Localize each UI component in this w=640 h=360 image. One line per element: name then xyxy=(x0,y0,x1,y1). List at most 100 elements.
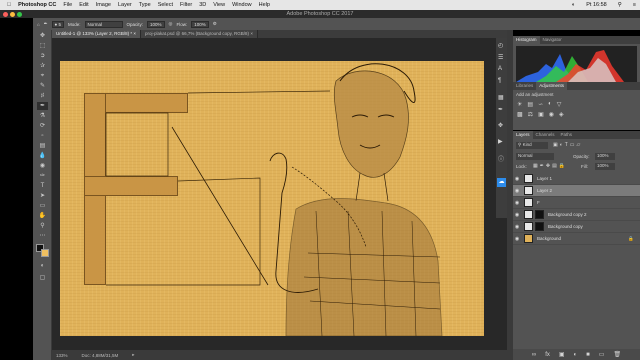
menu-type[interactable]: Type xyxy=(139,2,151,8)
opacity-field[interactable]: 100% xyxy=(147,20,165,28)
zoom-level[interactable]: 133% xyxy=(56,353,68,358)
flow-field[interactable]: 100% xyxy=(191,20,209,28)
fill-field[interactable]: 100% xyxy=(595,163,615,170)
eye-icon[interactable]: ◉ xyxy=(513,200,521,206)
menu-list-icon[interactable]: ≡ xyxy=(633,2,636,8)
menu-select[interactable]: Select xyxy=(158,2,173,8)
menu-3d[interactable]: 3D xyxy=(199,2,206,8)
add-mask-icon[interactable]: ▣ xyxy=(559,351,565,358)
link-layers-icon[interactable]: ∞ xyxy=(532,352,536,358)
character-panel-icon[interactable]: A xyxy=(498,66,502,72)
layer-mask-thumbnail[interactable] xyxy=(535,210,544,219)
dodge-tool-icon[interactable]: ◉ xyxy=(37,162,48,170)
menu-window[interactable]: Window xyxy=(232,2,252,8)
layer-name[interactable]: Background copy 2 xyxy=(548,212,587,217)
brightness-icon[interactable]: ☀ xyxy=(517,101,522,108)
exposure-icon[interactable]: ◐ xyxy=(548,101,552,108)
delete-layer-icon[interactable]: 🗑 xyxy=(613,351,621,358)
mode-select[interactable]: Normal xyxy=(84,20,123,28)
new-group-icon[interactable]: ■ xyxy=(586,352,590,358)
new-layer-icon[interactable]: ▭ xyxy=(599,351,605,358)
curves-icon[interactable]: ∽ xyxy=(538,101,543,108)
layer-filter-select[interactable]: ⚲ Kind xyxy=(516,142,548,149)
eraser-icon[interactable]: ▫ xyxy=(37,132,48,140)
layer-style-icon[interactable]: fx xyxy=(545,352,550,358)
hue-saturation-icon[interactable]: ▩ xyxy=(517,111,523,118)
quick-mask-icon[interactable]: ◐ xyxy=(37,262,48,270)
eyedropper-icon[interactable]: ✎ xyxy=(37,82,48,90)
eye-icon[interactable]: ◉ xyxy=(513,212,521,218)
tab-navigator[interactable]: Navigator xyxy=(540,36,565,44)
history-panel-icon[interactable]: ◴ xyxy=(498,42,503,49)
layer-row-selected[interactable]: ◉ Layer 2 xyxy=(513,185,640,197)
menu-view[interactable]: View xyxy=(213,2,225,8)
zoom-tool-icon[interactable]: ⚲ xyxy=(37,222,48,230)
layer-row[interactable]: ◉ Layer 1 xyxy=(513,173,640,185)
eye-icon[interactable]: ◉ xyxy=(513,176,521,182)
brush-tool-icon[interactable]: ✒ xyxy=(44,21,48,27)
background-color-swatch[interactable] xyxy=(41,249,49,257)
layer-opacity-field[interactable]: 100% xyxy=(595,153,615,160)
layer-name[interactable]: Background xyxy=(537,236,561,241)
lasso-tool-icon[interactable]: ➲ xyxy=(37,52,48,60)
apple-icon[interactable]:  xyxy=(7,2,11,8)
channel-mixer-icon[interactable]: ◈ xyxy=(559,111,564,118)
close-window-button[interactable] xyxy=(3,11,8,17)
info-panel-icon[interactable]: ⓘ xyxy=(498,154,504,163)
path-select-icon[interactable]: ➤ xyxy=(37,192,48,200)
screen-mode-icon[interactable]: ▢ xyxy=(37,274,48,282)
search-icon[interactable]: ⚲ xyxy=(618,2,622,8)
brush-size-picker[interactable]: ● 5 xyxy=(51,20,64,28)
close-icon[interactable]: × xyxy=(250,31,253,36)
minimize-window-button[interactable] xyxy=(10,11,15,17)
pen-tool-icon[interactable]: ✑ xyxy=(37,172,48,180)
more-tools-icon[interactable]: ⋯ xyxy=(37,232,48,240)
history-brush-icon[interactable]: ⟳ xyxy=(37,122,48,130)
new-adjustment-icon[interactable]: ◐ xyxy=(574,352,578,358)
eye-icon[interactable]: ◉ xyxy=(513,224,521,230)
tab-proj-plakat[interactable]: proj-plakat.psd @ 66,7% (Background copy… xyxy=(141,30,258,38)
clone-stamp-icon[interactable]: ⚗ xyxy=(37,112,48,120)
hand-tool-icon[interactable]: ✋ xyxy=(37,212,48,220)
brush-tool-icon[interactable]: ✒ xyxy=(37,102,48,110)
status-arrow-icon[interactable]: ▸ xyxy=(132,352,134,358)
tab-adjustments[interactable]: Adjustments xyxy=(536,82,568,90)
black-white-icon[interactable]: ▣ xyxy=(538,111,544,118)
swatches-panel-icon[interactable]: ▦ xyxy=(498,94,504,101)
layer-row[interactable]: ◉ Background copy xyxy=(513,221,640,233)
wifi-icon[interactable]: ◐ xyxy=(572,2,575,8)
menu-edit[interactable]: Edit xyxy=(79,2,88,8)
marquee-tool-icon[interactable]: ⬚ xyxy=(37,42,48,50)
canvas[interactable] xyxy=(60,61,484,336)
tab-channels[interactable]: Channels xyxy=(533,131,558,139)
menu-layer[interactable]: Layer xyxy=(118,2,132,8)
vibrance-icon[interactable]: ▽ xyxy=(557,101,562,108)
blend-mode-select[interactable]: Normal xyxy=(516,153,554,160)
tab-libraries[interactable]: Libraries xyxy=(513,82,536,90)
tab-histogram[interactable]: Histogram xyxy=(513,36,540,44)
tab-layers[interactable]: Layers xyxy=(513,131,533,139)
tab-untitled[interactable]: Untitled-1 @ 133% (Layer 2, RGB/8) * × xyxy=(52,30,142,38)
levels-icon[interactable]: ▤ xyxy=(527,101,533,108)
layer-row[interactable]: ◉ Background copy 2 xyxy=(513,209,640,221)
photo-filter-icon[interactable]: ◉ xyxy=(549,111,554,118)
quick-select-icon[interactable]: ✰ xyxy=(37,62,48,70)
blur-tool-icon[interactable]: 💧 xyxy=(37,152,48,160)
eye-icon[interactable]: ◉ xyxy=(513,188,521,194)
menu-app-name[interactable]: Photoshop CC xyxy=(18,2,56,8)
gradient-tool-icon[interactable]: ▤ xyxy=(37,142,48,150)
menu-image[interactable]: Image xyxy=(96,2,111,8)
clock[interactable]: Pt 16:58 xyxy=(586,2,607,8)
healing-brush-icon[interactable]: ♯ xyxy=(37,92,48,100)
layer-filter-icons[interactable]: ▣◐T▭▱ xyxy=(553,142,582,148)
eye-icon[interactable]: ◉ xyxy=(513,236,521,242)
close-icon[interactable]: × xyxy=(133,31,136,36)
layer-name[interactable]: Layer 2 xyxy=(537,188,552,193)
crop-tool-icon[interactable]: ⌖ xyxy=(37,72,48,80)
airbrush-icon[interactable]: ⚙ xyxy=(213,21,217,27)
zoom-window-button[interactable] xyxy=(17,11,22,17)
move-tool-icon[interactable]: ✥ xyxy=(37,32,48,40)
layer-name[interactable]: Background copy xyxy=(548,224,583,229)
tab-paths[interactable]: Paths xyxy=(558,131,576,139)
menu-filter[interactable]: Filter xyxy=(180,2,192,8)
